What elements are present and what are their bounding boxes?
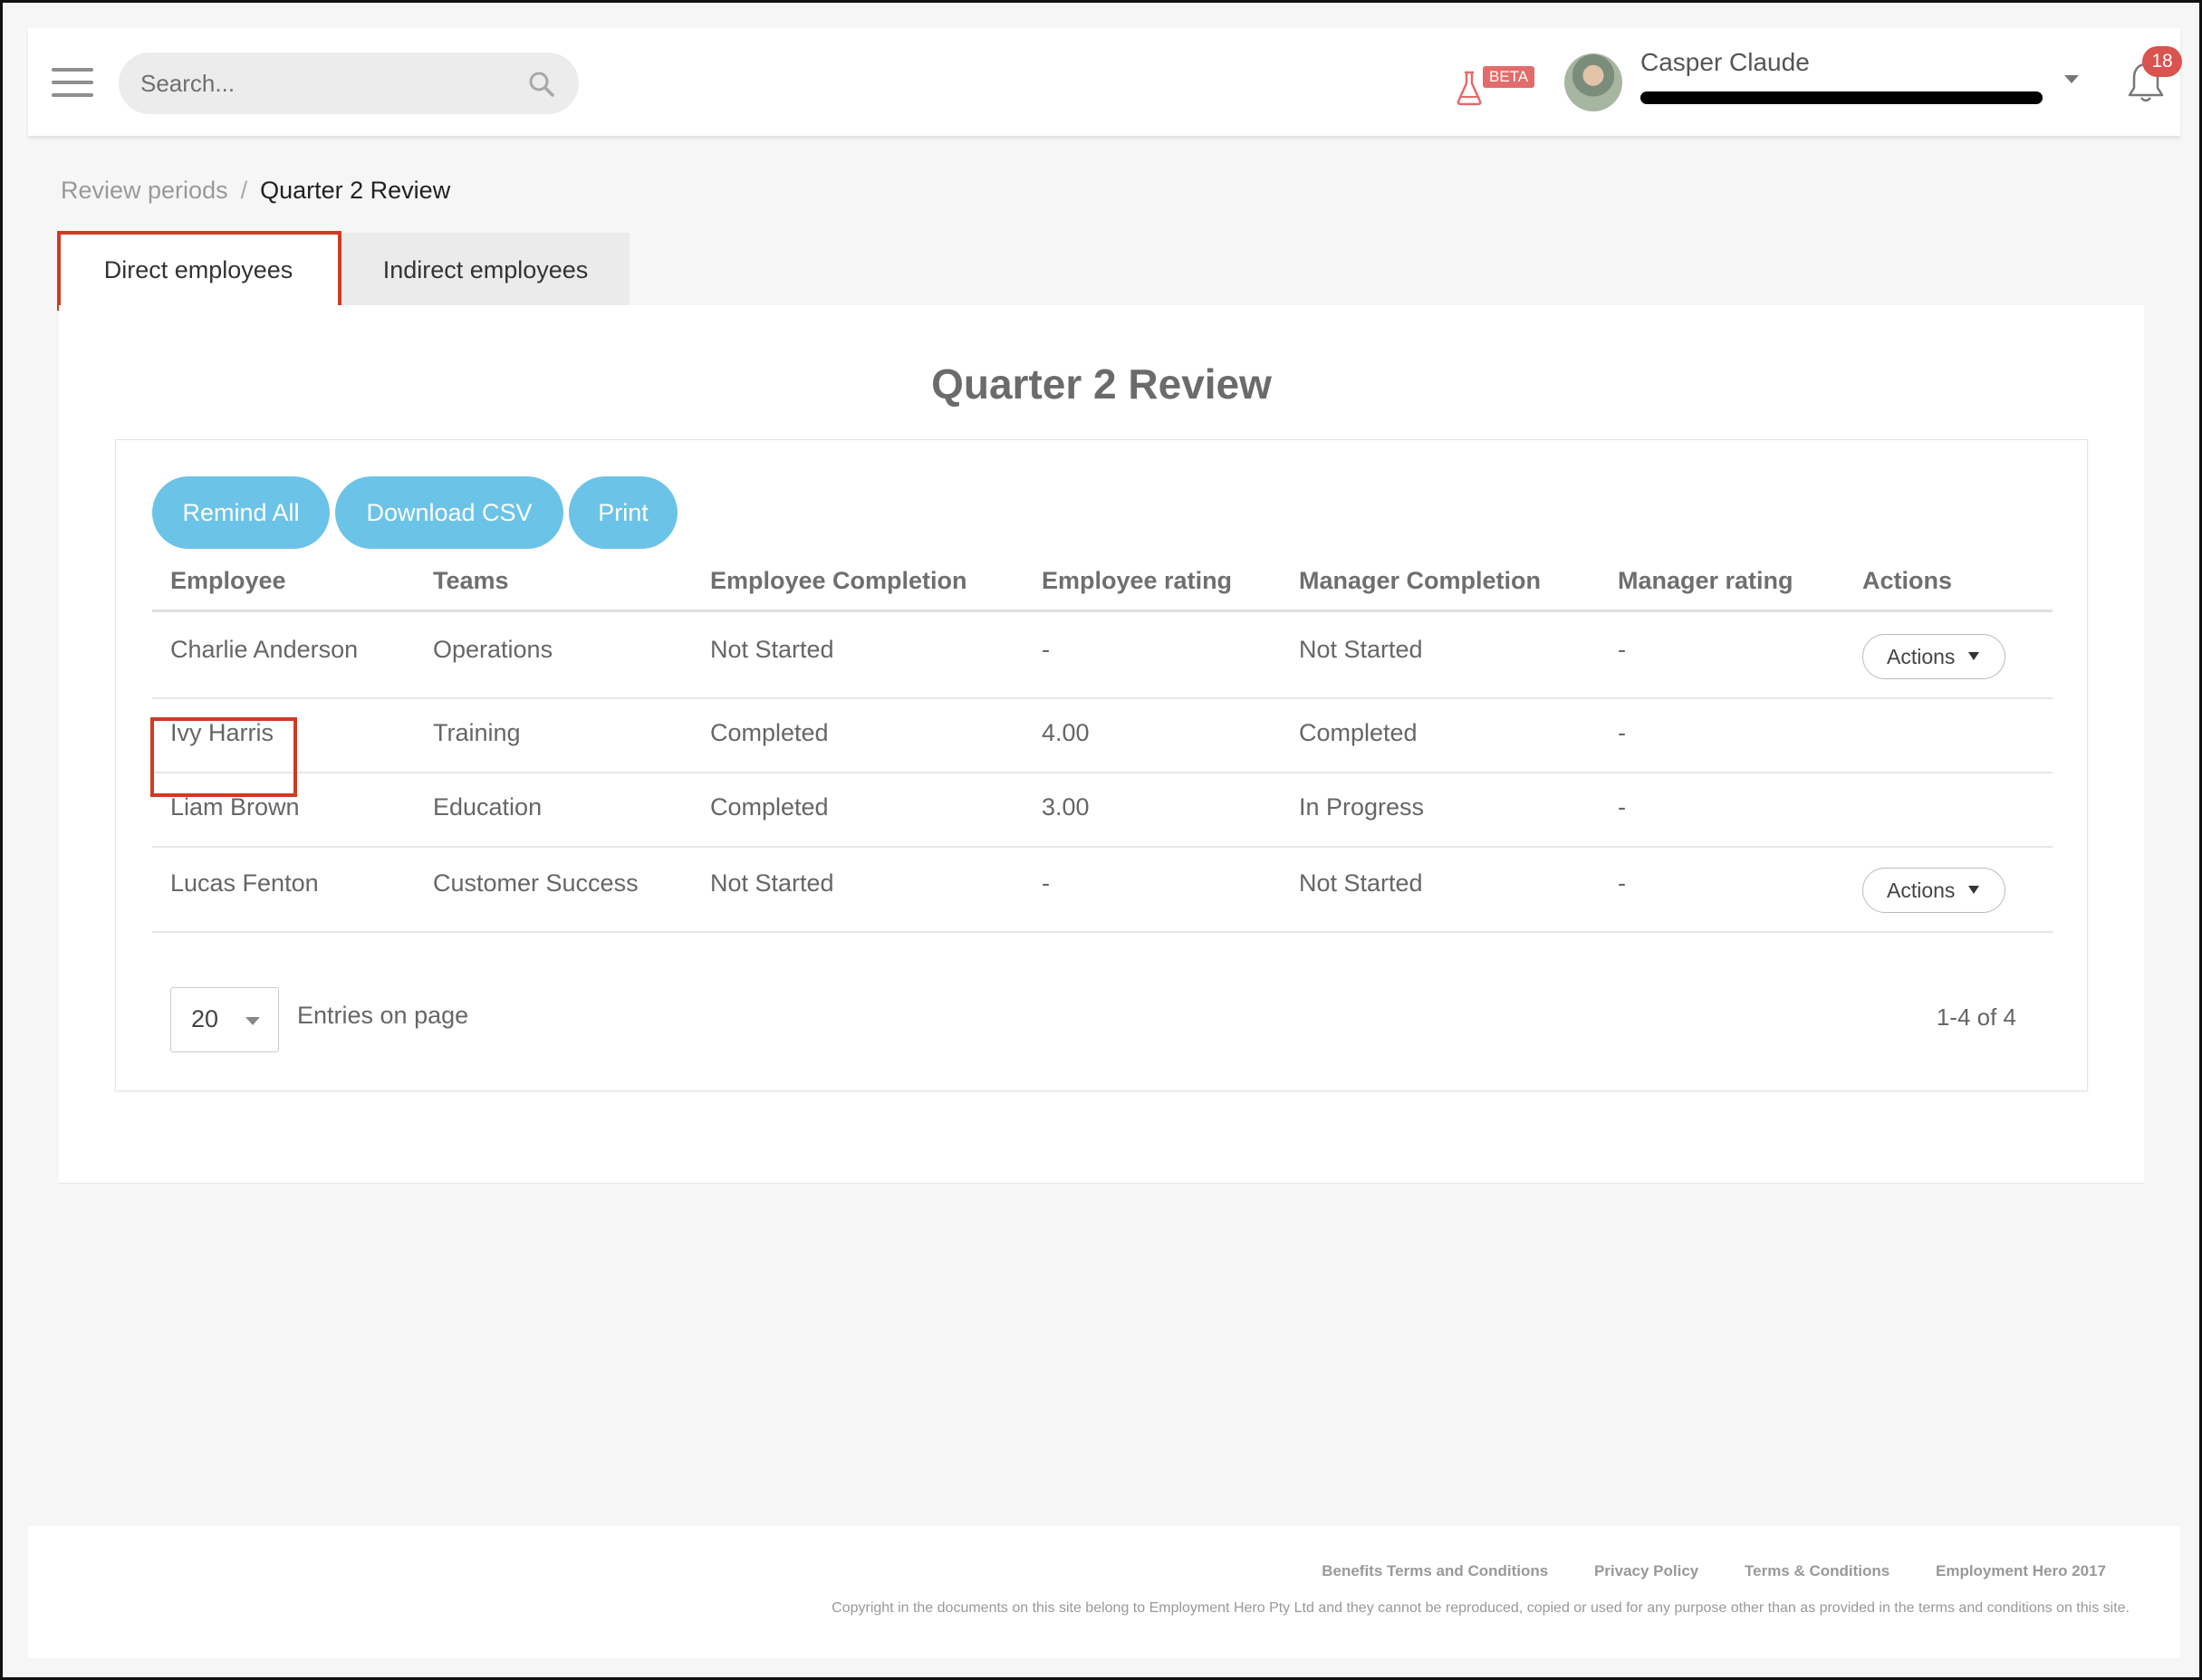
- tab-indirect-employees[interactable]: Indirect employees: [341, 233, 630, 307]
- breadcrumb-separator: /: [240, 177, 248, 204]
- pagination-range: 1-4 of 4: [1936, 1003, 2016, 1031]
- print-button[interactable]: Print: [569, 476, 678, 549]
- employee-completion: Completed: [710, 719, 829, 746]
- employee-team: Education: [433, 793, 543, 821]
- column-header-teams[interactable]: Teams: [433, 567, 509, 595]
- caret-down-icon: [1968, 886, 1979, 894]
- main-panel: Quarter 2 Review Remind All Download CSV…: [59, 305, 2144, 1184]
- manager-rating: -: [1618, 793, 1626, 821]
- manager-rating: -: [1618, 869, 1626, 897]
- employee-name[interactable]: Charlie Anderson: [170, 636, 358, 664]
- hamburger-menu-icon[interactable]: [52, 68, 93, 97]
- table-header: Employee Teams Employee Completion Emplo…: [152, 558, 2053, 612]
- review-card: Remind All Download CSV Print Employee T…: [115, 439, 2088, 1091]
- beta-badge: BETA: [1483, 66, 1535, 88]
- employee-completion: Completed: [710, 793, 829, 821]
- employee-name[interactable]: Lucas Fenton: [170, 869, 319, 898]
- manager-completion: In Progress: [1299, 793, 1425, 821]
- actions-label: Actions: [1887, 878, 1956, 902]
- search-input[interactable]: [140, 53, 503, 114]
- flask-icon: [1457, 71, 1482, 106]
- table-row: Lucas Fenton Customer Success Not Starte…: [152, 848, 2053, 933]
- employee-completion: Not Started: [710, 869, 834, 897]
- table-row: Charlie Anderson Operations Not Started …: [152, 614, 2053, 699]
- avatar[interactable]: [1564, 53, 1622, 111]
- actions-dropdown-button[interactable]: Actions: [1862, 634, 2005, 679]
- app-window: BETA Casper Claude 18 Review periods / Qua…: [0, 0, 2202, 1680]
- footer-links: Benefits Terms and Conditions Privacy Po…: [1280, 1562, 2106, 1580]
- column-header-employee-completion[interactable]: Employee Completion: [710, 567, 967, 595]
- page-title: Quarter 2 Review: [931, 360, 1272, 408]
- employee-rating: -: [1042, 636, 1050, 663]
- footer-link-terms-conditions[interactable]: Terms & Conditions: [1745, 1562, 1889, 1579]
- column-header-manager-rating: Manager rating: [1618, 567, 1793, 594]
- redacted-user-subtitle: [1640, 91, 2043, 104]
- search-bar[interactable]: [119, 53, 579, 114]
- chevron-down-icon: [245, 1017, 260, 1025]
- remind-all-button[interactable]: Remind All: [152, 476, 330, 549]
- download-csv-button[interactable]: Download CSV: [335, 476, 563, 549]
- employee-rating: -: [1042, 869, 1050, 897]
- column-header-manager-completion[interactable]: Manager Completion: [1299, 567, 1541, 595]
- employee-rating: 3.00: [1042, 793, 1090, 821]
- column-header-actions: Actions: [1862, 567, 1953, 594]
- beta-feature-link[interactable]: BETA: [1430, 59, 1539, 113]
- footer-link-privacy-policy[interactable]: Privacy Policy: [1594, 1562, 1698, 1579]
- manager-rating: -: [1618, 636, 1626, 663]
- employee-name[interactable]: Liam Brown: [170, 793, 300, 821]
- breadcrumb-review-periods[interactable]: Review periods: [61, 177, 228, 204]
- table-row: Ivy Harris Training Completed 4.00 Compl…: [152, 699, 2053, 773]
- footer: Benefits Terms and Conditions Privacy Po…: [28, 1526, 2180, 1658]
- top-header: BETA Casper Claude 18: [28, 28, 2182, 137]
- user-name[interactable]: Casper Claude: [1640, 48, 1810, 77]
- column-header-employee-rating[interactable]: Employee rating: [1042, 567, 1232, 595]
- employee-rating: 4.00: [1042, 719, 1090, 746]
- manager-completion: Not Started: [1299, 636, 1423, 663]
- footer-copyright: Copyright in the documents on this site …: [832, 1600, 2130, 1616]
- employee-team: Customer Success: [433, 869, 639, 897]
- search-icon[interactable]: [528, 71, 555, 98]
- table-row: Liam Brown Education Completed 3.00 In P…: [152, 773, 2053, 848]
- breadcrumb-current: Quarter 2 Review: [260, 177, 451, 204]
- chevron-down-icon[interactable]: [2064, 75, 2079, 83]
- page-size-select[interactable]: 20: [170, 987, 279, 1052]
- employee-name[interactable]: Ivy Harris: [170, 719, 274, 747]
- tab-direct-employees[interactable]: Direct employees: [59, 233, 338, 307]
- employee-team: Operations: [433, 636, 553, 663]
- page-size-value: 20: [191, 1005, 219, 1032]
- employee-completion: Not Started: [710, 636, 834, 663]
- breadcrumb: Review periods / Quarter 2 Review: [61, 177, 450, 205]
- actions-dropdown-button[interactable]: Actions: [1862, 868, 2005, 913]
- manager-rating: -: [1618, 719, 1626, 746]
- manager-completion: Completed: [1299, 719, 1418, 746]
- entries-label: Entries on page: [297, 1002, 469, 1029]
- actions-label: Actions: [1887, 645, 1956, 668]
- caret-down-icon: [1968, 652, 1979, 660]
- notification-count-badge: 18: [2142, 46, 2182, 77]
- footer-brand: Employment Hero 2017: [1935, 1562, 2106, 1579]
- column-header-employee[interactable]: Employee: [170, 567, 286, 595]
- employee-team: Training: [433, 719, 521, 746]
- manager-completion: Not Started: [1299, 869, 1423, 897]
- footer-link-benefits-terms[interactable]: Benefits Terms and Conditions: [1322, 1562, 1548, 1579]
